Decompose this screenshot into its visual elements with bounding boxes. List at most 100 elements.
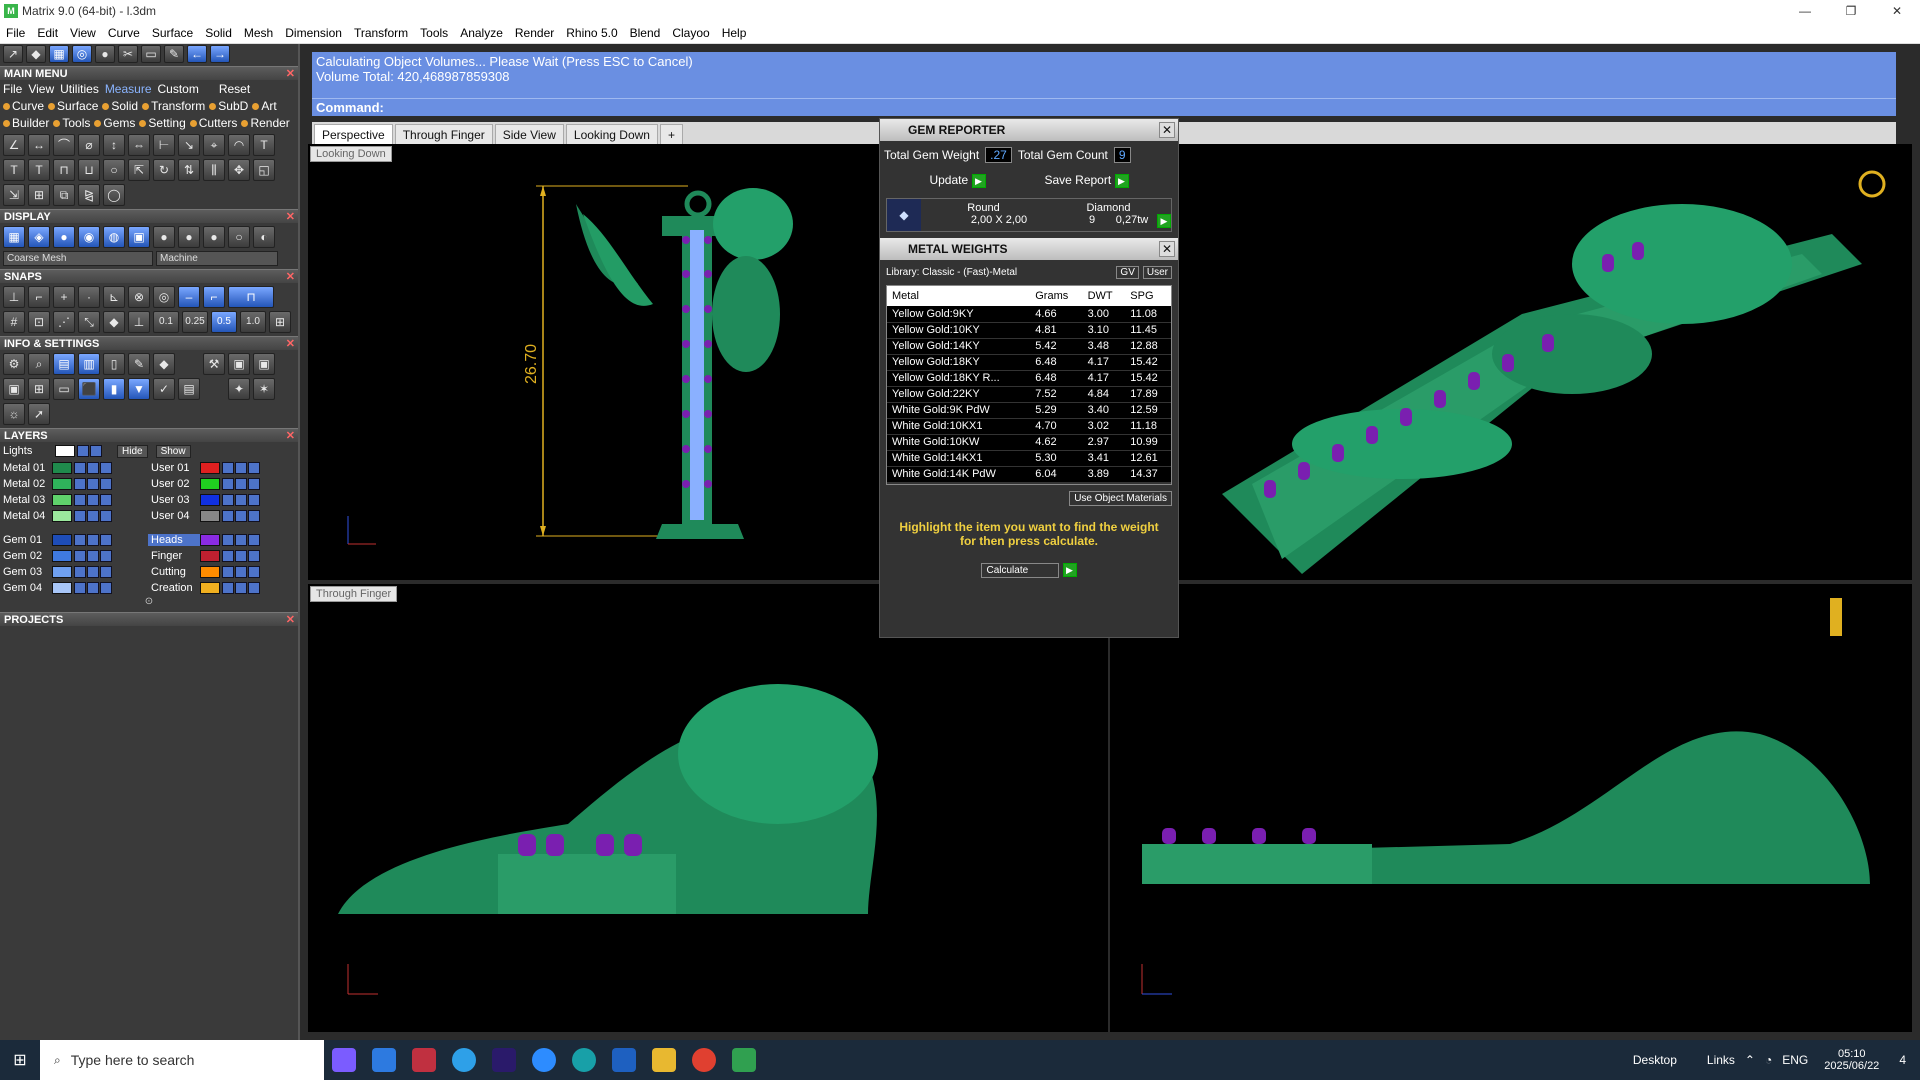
desktop-toolbar[interactable]: Desktop — [1633, 1053, 1677, 1067]
mm-custom[interactable]: Custom — [158, 82, 199, 96]
grid-snap-icon[interactable]: # — [3, 311, 25, 333]
close-button[interactable]: ✕ — [1874, 0, 1920, 22]
cube-icon[interactable]: ◆ — [153, 353, 175, 375]
rendered-icon[interactable]: ◉ — [78, 226, 100, 248]
menu-clayoo[interactable]: Clayoo — [666, 26, 715, 40]
viewport-side-view[interactable] — [1110, 584, 1912, 1032]
array-icon[interactable]: ⊞ — [28, 184, 50, 206]
layer-row[interactable]: User 04 — [148, 508, 296, 524]
close-icon[interactable]: ✕ — [286, 210, 295, 224]
measure-ordinate-icon[interactable]: ⊢ — [153, 134, 175, 156]
xray-icon[interactable]: ◍ — [103, 226, 125, 248]
menu-edit[interactable]: Edit — [31, 26, 64, 40]
mm-art[interactable]: Art — [252, 99, 277, 113]
measure-arc-icon[interactable]: ◠ — [228, 134, 250, 156]
layer-row[interactable]: Metal 03 — [0, 492, 148, 508]
ghost-icon[interactable]: ◈ — [28, 226, 50, 248]
mail-icon[interactable] — [444, 1040, 484, 1080]
menu-analyze[interactable]: Analyze — [454, 26, 509, 40]
matrix-taskbar-icon[interactable] — [724, 1040, 764, 1080]
snap-tan-icon[interactable]: – — [178, 286, 200, 308]
text-tool-icon[interactable]: T — [253, 134, 275, 156]
resize-icon[interactable]: ◱ — [253, 159, 275, 181]
command-prompt[interactable]: Command: — [312, 98, 1896, 116]
check-icon[interactable]: ✓ — [153, 378, 175, 400]
snap-cen-icon[interactable]: ⊾ — [103, 286, 125, 308]
update-button[interactable]: Update ▶ — [929, 173, 986, 188]
circle-icon[interactable]: ◯ — [103, 184, 125, 206]
mm-file[interactable]: File — [3, 82, 22, 96]
material-dropdown[interactable]: Machine — [156, 251, 278, 266]
layer-row[interactable]: Gem 01 — [0, 532, 148, 548]
calculate-button[interactable]: Calculate ▶ — [880, 556, 1178, 583]
menu-file[interactable]: File — [0, 26, 31, 40]
curve-tool-icon[interactable]: ↗ — [3, 45, 23, 63]
analysis-icon[interactable]: ⚒ — [203, 353, 225, 375]
snap-project-icon[interactable]: ⊓ — [228, 286, 274, 308]
snap-mid-icon[interactable]: · — [78, 286, 100, 308]
layer-row[interactable]: Gem 02 — [0, 548, 148, 564]
sparkle-icon[interactable]: ✶ — [253, 378, 275, 400]
clock[interactable]: 05:10 2025/06/22 — [1824, 1048, 1879, 1072]
close-icon[interactable]: ✕ — [286, 67, 295, 81]
table-row[interactable]: Yellow Gold:18KY 6.48 4.17 15.42 — [887, 354, 1171, 371]
clipboard-icon[interactable]: ▤ — [178, 378, 200, 400]
menu-surface[interactable]: Surface — [146, 26, 199, 40]
layer-row[interactable]: User 02 — [148, 476, 296, 492]
mesh-dropdown[interactable]: Coarse Mesh — [3, 251, 153, 266]
cursor-icon[interactable]: ➚ — [28, 403, 50, 425]
mm-surface[interactable]: Surface — [48, 99, 98, 113]
mm-setting[interactable]: Setting — [139, 116, 186, 130]
mirror-icon[interactable]: ⧎ — [78, 184, 100, 206]
table-row[interactable]: White Gold:10KX1 4.70 3.02 11.18 — [887, 418, 1171, 435]
chrome-icon[interactable] — [684, 1040, 724, 1080]
rotate-icon[interactable]: ↻ — [153, 159, 175, 181]
layer-row[interactable]: Gem 03 — [0, 564, 148, 580]
zoom-icon[interactable]: ⌕ — [28, 353, 50, 375]
menu-curve[interactable]: Curve — [102, 26, 146, 40]
menu-solid[interactable]: Solid — [199, 26, 238, 40]
tab-through-finger[interactable]: Through Finger — [394, 124, 493, 144]
pencil-tool-icon[interactable]: ✎ — [164, 45, 184, 63]
snap-value-2[interactable]: 0.25 — [182, 311, 208, 333]
mm-solid[interactable]: Solid — [102, 99, 138, 113]
cylinder-icon[interactable]: ▮ — [103, 378, 125, 400]
col-metal[interactable]: Metal — [887, 286, 1031, 306]
undo-icon[interactable]: ← — [187, 45, 207, 63]
shaded-icon[interactable]: ● — [53, 226, 75, 248]
mm-render[interactable]: Render — [241, 116, 290, 130]
technical-icon[interactable]: ▣ — [128, 226, 150, 248]
split-icon[interactable]: ⫼ — [203, 159, 225, 181]
filter-icon[interactable]: ▼ — [128, 378, 150, 400]
gem-row[interactable]: ◆ Round Diamond 2,00 X 2,00 9 0,27tw ▶ — [886, 198, 1172, 232]
tab-perspective[interactable]: Perspective — [314, 124, 393, 144]
mm-gems[interactable]: Gems — [94, 116, 135, 130]
hide-button[interactable]: Hide — [117, 444, 148, 458]
table-row[interactable]: White Gold:10KW 4.62 2.97 10.99 — [887, 434, 1171, 451]
ortho-icon[interactable]: ⊡ — [28, 311, 50, 333]
smarttrack-icon[interactable]: ◆ — [103, 311, 125, 333]
snap-point-icon[interactable]: + — [53, 286, 75, 308]
menu-rhino[interactable]: Rhino 5.0 — [560, 26, 623, 40]
app-blue-icon[interactable] — [604, 1040, 644, 1080]
layer-icon[interactable]: ▤ — [53, 353, 75, 375]
close-icon[interactable]: ✕ — [286, 337, 295, 351]
mm-builder[interactable]: Builder — [3, 116, 49, 130]
menu-transform[interactable]: Transform — [348, 26, 414, 40]
frame-2-icon[interactable]: ▣ — [253, 353, 275, 375]
mm-view[interactable]: View — [28, 82, 54, 96]
menu-dimension[interactable]: Dimension — [279, 26, 348, 40]
show-button[interactable]: Show — [155, 444, 191, 458]
pen-icon[interactable]: ✎ — [128, 353, 150, 375]
scissors-tool-icon[interactable]: ✂ — [118, 45, 138, 63]
mm-tools[interactable]: Tools — [53, 116, 90, 130]
gem-tool-icon[interactable]: ◆ — [26, 45, 46, 63]
table-row[interactable]: Yellow Gold:14KY 5.42 3.48 12.88 — [887, 338, 1171, 355]
mm-utilities[interactable]: Utilities — [60, 82, 99, 96]
dim-circle-icon[interactable]: ○ — [103, 159, 125, 181]
dim-tool-2-icon[interactable]: ⊔ — [78, 159, 100, 181]
edge-icon[interactable] — [564, 1040, 604, 1080]
text-plus-icon[interactable]: T — [28, 159, 50, 181]
mm-curve[interactable]: Curve — [3, 99, 44, 113]
menu-help[interactable]: Help — [716, 26, 753, 40]
